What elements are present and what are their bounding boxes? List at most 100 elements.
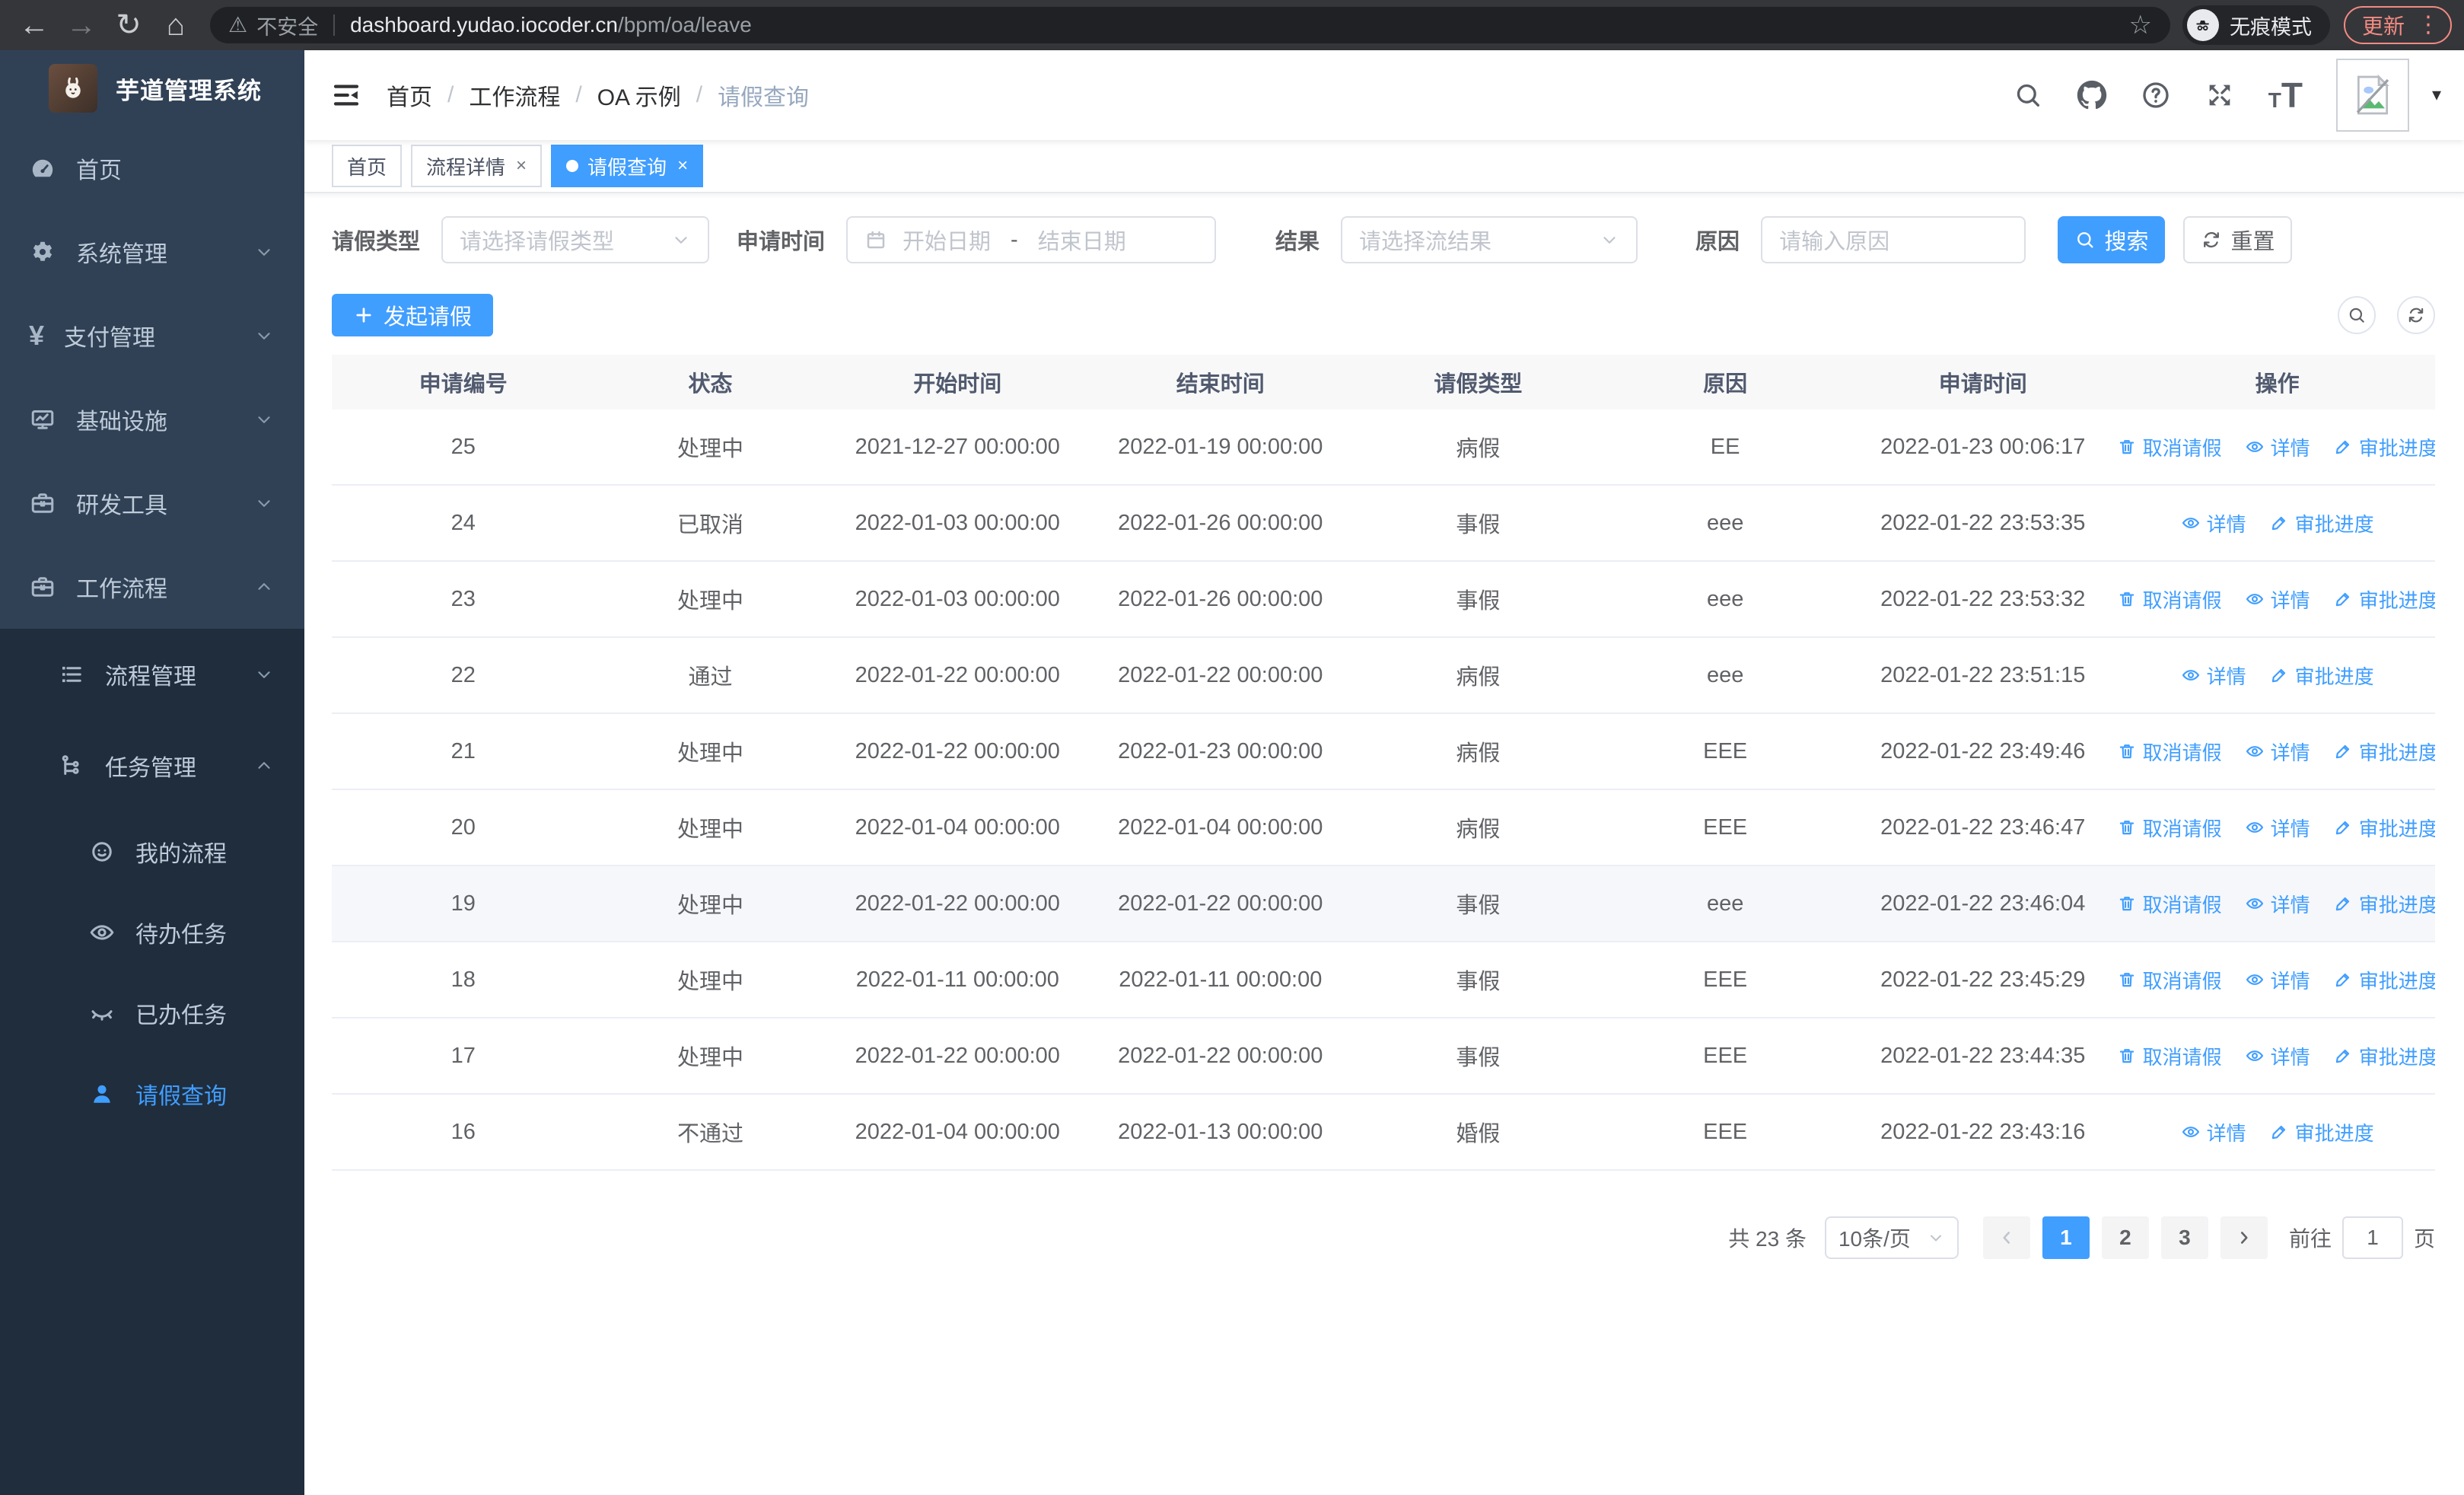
logo[interactable]: 芋道管理系统 — [0, 50, 304, 126]
fullscreen-icon[interactable] — [2205, 80, 2235, 110]
result-select[interactable]: 请选择流结果 — [1341, 216, 1638, 263]
sidebar-item-todo-tasks[interactable]: 待办任务 — [0, 892, 304, 973]
tab-process-detail[interactable]: 流程详情 × — [411, 145, 543, 187]
sidebar-item-done-tasks[interactable]: 已办任务 — [0, 973, 304, 1054]
detail-action-button[interactable]: 详情 — [2245, 1042, 2310, 1070]
sidebar-item-system[interactable]: 系统管理 — [0, 210, 304, 294]
detail-action-button[interactable]: 详情 — [2245, 890, 2310, 918]
reset-button[interactable]: 重置 — [2183, 216, 2293, 263]
sidebar-item-process-mgmt[interactable]: 流程管理 — [0, 629, 304, 720]
breadcrumb-item[interactable]: 首页 — [387, 78, 432, 112]
sidebar-item-dev-tools[interactable]: 研发工具 — [0, 461, 304, 545]
progress-action-button[interactable]: 审批进度 — [2333, 966, 2435, 994]
progress-action-label: 审批进度 — [2358, 741, 2435, 764]
update-button[interactable]: 更新 ⋮ — [2343, 6, 2452, 44]
detail-action-button[interactable]: 详情 — [2245, 433, 2310, 461]
cancel-action-button[interactable]: 取消请假 — [2119, 966, 2222, 994]
create-leave-button[interactable]: 发起请假 — [332, 294, 494, 336]
cancel-action-button[interactable]: 取消请假 — [2119, 1042, 2222, 1070]
cancel-action-button[interactable]: 取消请假 — [2119, 433, 2222, 461]
cell-start: 2022-01-03 00:00:00 — [855, 510, 1060, 535]
sidebar-item-task-mgmt[interactable]: 任务管理 — [0, 720, 304, 811]
github-icon[interactable] — [2077, 80, 2107, 110]
browser-reload-icon[interactable]: ↻ — [107, 3, 151, 47]
progress-action-button[interactable]: 审批进度 — [2333, 1042, 2435, 1070]
help-icon[interactable] — [2141, 80, 2171, 110]
security-warning-label[interactable]: 不安全 — [256, 11, 318, 40]
filter-form: 请假类型 请选择请假类型 申请时间 开始日期 - 结束日期 结果 请选择流结果 — [332, 216, 2435, 263]
cancel-action-button[interactable]: 取消请假 — [2119, 585, 2222, 614]
apply-time-range-input[interactable]: 开始日期 - 结束日期 — [846, 216, 1217, 263]
detail-action-button[interactable]: 详情 — [2181, 661, 2246, 690]
detail-action-button[interactable]: 详情 — [2245, 585, 2310, 614]
search-button[interactable]: 搜索 — [2058, 216, 2166, 263]
breadcrumb-item[interactable]: OA 示例 — [597, 78, 681, 112]
reason-input[interactable]: 请输入原因 — [1761, 216, 2026, 263]
leave-type-select[interactable]: 请选择请假类型 — [441, 216, 710, 263]
cell-id: 21 — [450, 738, 476, 763]
tab-leave-query[interactable]: 请假查询 × — [551, 145, 704, 187]
progress-action-button[interactable]: 审批进度 — [2333, 433, 2435, 461]
breadcrumb-item: 请假查询 — [718, 85, 810, 110]
browser-home-icon[interactable]: ⌂ — [154, 3, 198, 47]
chevron-down-icon[interactable]: ▾ — [2432, 86, 2441, 104]
view-icon — [2181, 513, 2201, 533]
edit-icon — [2269, 513, 2289, 533]
cell-type: 事假 — [1456, 970, 1501, 994]
progress-action-button[interactable]: 审批进度 — [2333, 890, 2435, 918]
page-button-1[interactable]: 1 — [2042, 1216, 2090, 1259]
browser-forward-icon[interactable]: → — [59, 3, 103, 47]
progress-action-label: 审批进度 — [2358, 436, 2435, 460]
breadcrumb-item[interactable]: 工作流程 — [469, 78, 560, 112]
url-path: /bpm/oa/leave — [617, 13, 752, 37]
refresh-table-button[interactable] — [2397, 296, 2435, 334]
progress-action-button[interactable]: 审批进度 — [2269, 1118, 2374, 1146]
sidebar-item-workflow[interactable]: 工作流程 — [0, 545, 304, 629]
detail-action-button[interactable]: 详情 — [2245, 738, 2310, 766]
search-icon — [2074, 229, 2096, 250]
page-button-2[interactable]: 2 — [2101, 1216, 2149, 1259]
cell-apply_time: 2022-01-22 23:44:35 — [1880, 1043, 2086, 1068]
detail-action-button[interactable]: 详情 — [2245, 814, 2310, 842]
table-row: 20 处理中 2022-01-04 00:00:00 2022-01-04 00:00… — [332, 790, 2435, 866]
cancel-action-button[interactable]: 取消请假 — [2119, 738, 2222, 766]
progress-action-button[interactable]: 审批进度 — [2333, 738, 2435, 766]
screen: ← → ↻ ⌂ ⚠ 不安全 dashboard.yudao.iocoder.cn… — [0, 0, 2464, 1495]
page-button-3[interactable]: 3 — [2160, 1216, 2208, 1259]
cancel-action-button[interactable]: 取消请假 — [2119, 890, 2222, 918]
search-icon[interactable] — [2013, 80, 2043, 110]
sidebar-item-leave-query[interactable]: 请假查询 — [0, 1054, 304, 1134]
cell-id: 16 — [450, 1119, 476, 1144]
browser-menu-icon[interactable]: ⋮ — [2417, 14, 2440, 37]
show-search-button[interactable] — [2338, 296, 2376, 334]
cell-reason: EEE — [1703, 1043, 1748, 1068]
sidebar-item-my-process[interactable]: 我的流程 — [0, 811, 304, 892]
font-size-icon[interactable]: TT — [2268, 78, 2303, 113]
sidebar-filler — [0, 1134, 304, 1495]
cancel-action-label: 取消请假 — [2142, 741, 2222, 764]
bookmark-star-icon[interactable]: ☆ — [2129, 12, 2152, 38]
prev-page-button[interactable] — [1982, 1216, 2030, 1259]
date-end-placeholder: 结束日期 — [1037, 230, 1126, 254]
progress-action-button[interactable]: 审批进度 — [2269, 661, 2374, 690]
progress-action-button[interactable]: 审批进度 — [2269, 509, 2374, 537]
close-icon[interactable]: × — [516, 155, 527, 177]
browser-back-icon[interactable]: ← — [12, 3, 56, 47]
sidebar-item-infrastructure[interactable]: 基础设施 — [0, 378, 304, 461]
tab-home[interactable]: 首页 — [332, 145, 403, 187]
avatar[interactable] — [2335, 59, 2409, 132]
progress-action-button[interactable]: 审批进度 — [2333, 585, 2435, 614]
sidebar-collapse-icon[interactable] — [330, 79, 362, 111]
page-size-select[interactable]: 10条/页 — [1824, 1216, 1959, 1259]
close-icon[interactable]: × — [677, 155, 688, 177]
sidebar-item-home[interactable]: 首页 — [0, 126, 304, 210]
goto-page-input[interactable]: 1 — [2341, 1216, 2403, 1259]
cancel-action-button[interactable]: 取消请假 — [2119, 814, 2222, 842]
detail-action-button[interactable]: 详情 — [2245, 966, 2310, 994]
sidebar-item-payment[interactable]: ¥ 支付管理 — [0, 294, 304, 378]
url-bar[interactable]: ⚠ 不安全 dashboard.yudao.iocoder.cn/bpm/oa/… — [210, 7, 2170, 43]
progress-action-button[interactable]: 审批进度 — [2333, 814, 2435, 842]
next-page-button[interactable] — [2220, 1216, 2268, 1259]
detail-action-button[interactable]: 详情 — [2181, 1118, 2246, 1146]
detail-action-button[interactable]: 详情 — [2181, 509, 2246, 537]
